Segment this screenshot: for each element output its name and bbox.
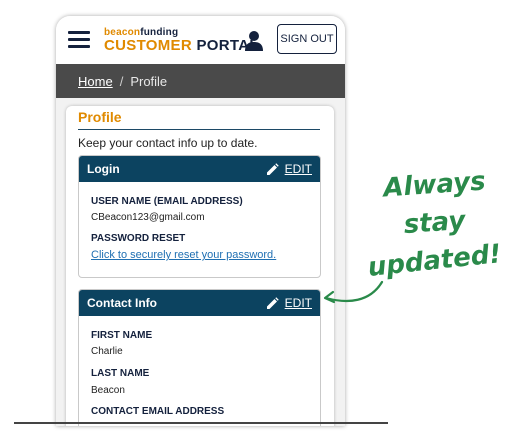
pencil-icon (266, 296, 279, 309)
login-edit-button[interactable]: EDIT (266, 162, 312, 176)
portal-logo[interactable]: beaconfunding CUSTOMER PORTAL (104, 28, 259, 54)
contact-info-panel: Contact Info EDIT FIRST NAME Charlie LAS… (78, 289, 321, 426)
portal-name: CUSTOMER PORTAL (104, 38, 259, 54)
top-header: beaconfunding CUSTOMER PORTAL SIGN OUT (56, 16, 345, 64)
username-label: USER NAME (EMAIL ADDRESS) (91, 196, 243, 207)
login-panel-header: Login EDIT (79, 156, 320, 182)
breadcrumb-separator: / (119, 73, 124, 89)
reset-password-link[interactable]: Click to securely reset your password. (91, 249, 276, 261)
contact-edit-button[interactable]: EDIT (266, 296, 312, 310)
first-name-label: FIRST NAME (91, 330, 153, 341)
contact-edit-label: EDIT (284, 296, 312, 310)
breadcrumb-current: Profile (130, 73, 168, 89)
contact-panel-header: Contact Info EDIT (79, 290, 320, 316)
sign-out-button[interactable]: SIGN OUT (277, 24, 337, 54)
username-value: CBeacon123@gmail.com (91, 212, 205, 223)
first-name-value: Charlie (91, 346, 123, 357)
breadcrumb: Home / Profile (56, 64, 345, 98)
title-divider (78, 129, 320, 130)
profile-subtitle: Keep your contact info up to date. (78, 136, 258, 150)
user-profile-icon[interactable] (244, 30, 264, 52)
pencil-icon (266, 162, 279, 175)
portal-word-customer: CUSTOMER (104, 37, 192, 54)
profile-card: Profile Keep your contact info up to dat… (66, 106, 334, 426)
login-panel-title: Login (87, 162, 120, 176)
last-name-label: LAST NAME (91, 368, 150, 379)
login-edit-label: EDIT (284, 162, 312, 176)
bottom-divider (14, 422, 388, 424)
last-name-value: Beacon (91, 385, 125, 396)
hamburger-menu-icon[interactable] (68, 31, 90, 49)
password-reset-label: PASSWORD RESET (91, 233, 186, 244)
contact-email-label: CONTACT EMAIL ADDRESS (91, 406, 225, 417)
breadcrumb-home-link[interactable]: Home (78, 74, 113, 89)
phone-frame: beaconfunding CUSTOMER PORTAL SIGN OUT H… (56, 16, 345, 426)
contact-panel-title: Contact Info (87, 296, 157, 310)
profile-title: Profile (78, 109, 122, 125)
login-panel: Login EDIT USER NAME (EMAIL ADDRESS) CBe… (78, 155, 321, 278)
handwritten-annotation: Always stay updated! (362, 166, 507, 282)
